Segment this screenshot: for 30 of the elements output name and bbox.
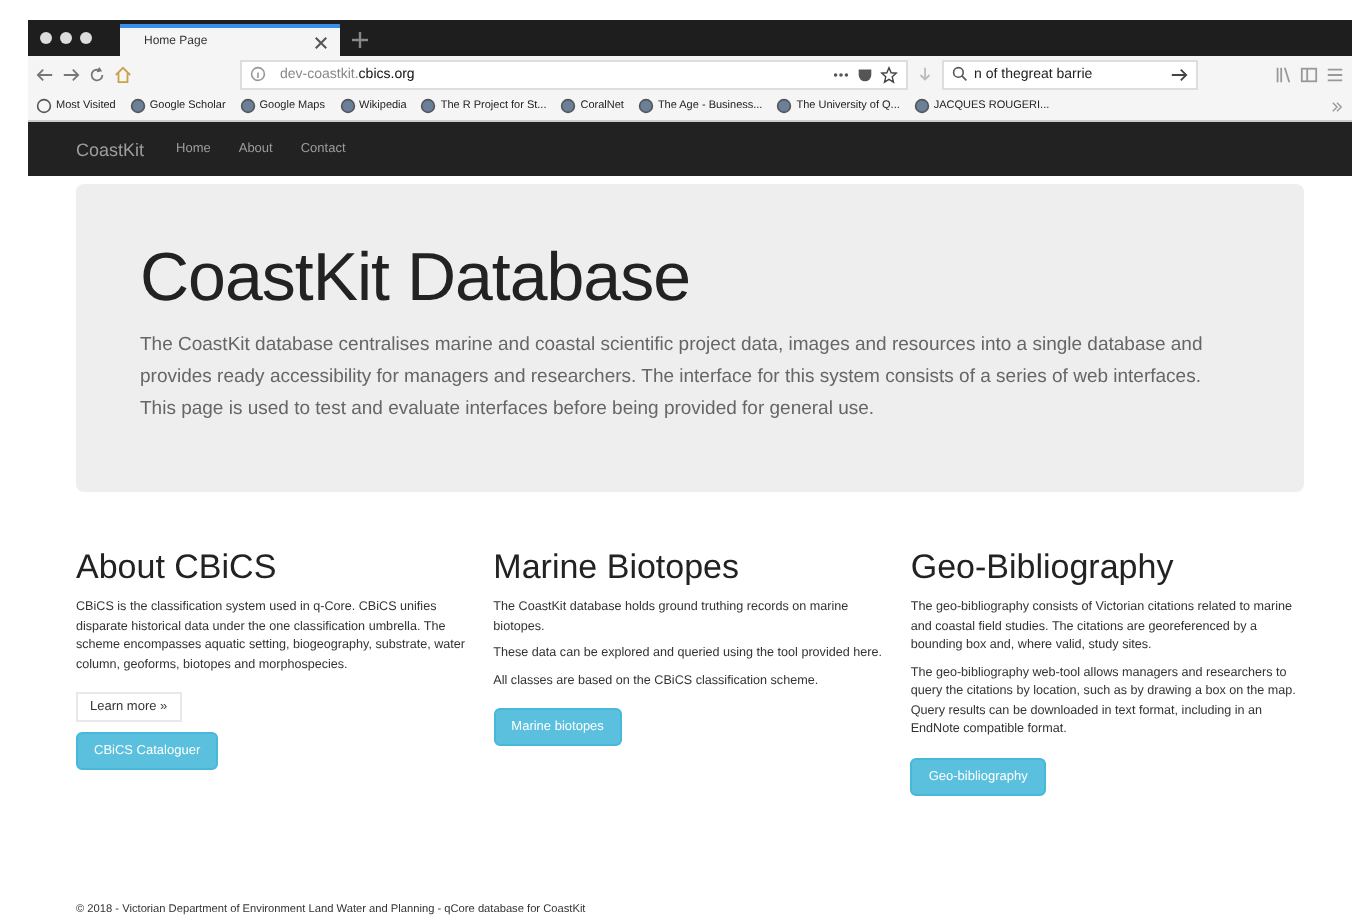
bookmark-favicon-icon [420,98,437,114]
library-icon[interactable] [1274,65,1292,83]
info-icon[interactable] [250,66,266,82]
sidebar-icon[interactable] [1300,65,1318,83]
forward-icon[interactable] [62,65,80,83]
bookmark-favicon-icon [560,98,577,114]
bookmark-favicon-icon [339,98,355,114]
back-icon[interactable] [36,65,54,83]
intro-paragraph: The CoastKit database centralises marine and coastal scientific project data, images and resources into a single database and provides ready accessibility for managers and researchers. The interface for this system consists of a series of web interfaces. This page is used to test and evaluate interfaces before being provided for general use. [140,332,1205,424]
section-heading: About CBiCS [76,548,277,588]
bookmark-favicon-icon [637,98,654,114]
menu-icon[interactable] [1326,65,1344,83]
reload-icon[interactable] [88,65,106,83]
bookmark-favicon-icon [776,98,793,114]
bookmark-favicon-icon [36,98,52,114]
page-title: CoastKit Database [140,240,692,318]
brand-link[interactable]: CoastKit [76,139,145,159]
section-heading: Marine Biotopes [493,548,740,588]
home-icon[interactable] [114,65,132,83]
overflow-chevron-icon[interactable] [1330,99,1344,113]
search-icon [952,66,968,82]
star-icon[interactable] [880,65,898,83]
bookmark-favicon-icon [913,98,930,114]
section-heading: Geo-Bibliography [910,548,1174,588]
arrow-icon[interactable] [1170,65,1188,83]
bookmark-favicon-icon [239,98,256,114]
shield-icon[interactable] [856,65,874,83]
new-tab-icon[interactable] [352,32,368,48]
close-icon[interactable] [314,35,328,49]
bookmark-favicon-icon [129,98,146,114]
